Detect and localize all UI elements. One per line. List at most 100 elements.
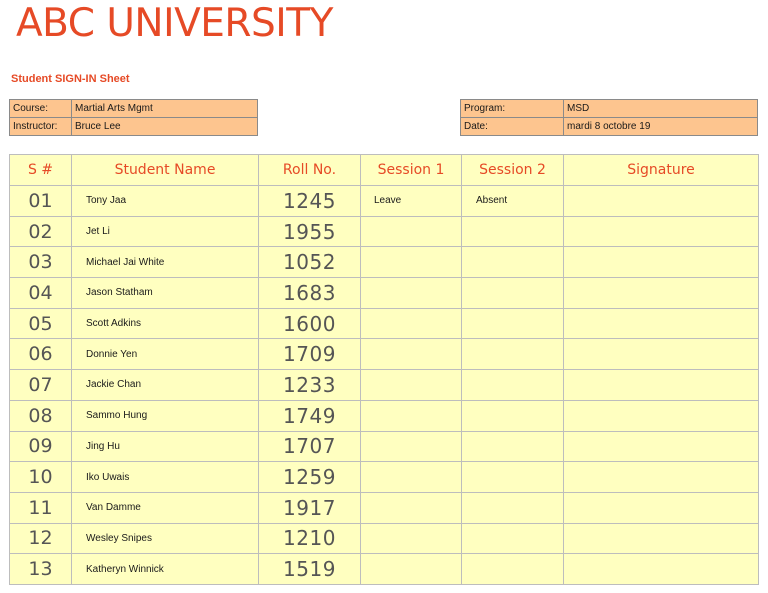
roll-number-cell: 1707 xyxy=(258,430,361,463)
student-name-cell: Sammo Hung xyxy=(71,399,259,432)
session-1-cell[interactable] xyxy=(360,307,462,340)
student-name-cell: Jing Hu xyxy=(71,430,259,463)
session-1-cell[interactable] xyxy=(360,215,462,248)
signature-cell[interactable] xyxy=(563,277,759,309)
signature-cell[interactable] xyxy=(563,338,759,371)
col-header-student-name: Student Name xyxy=(71,154,259,186)
signature-cell[interactable] xyxy=(563,430,759,463)
session-1-cell[interactable] xyxy=(360,246,462,279)
university-title: ABC UNIVERSITY xyxy=(16,1,333,46)
table-row: 04 Jason Statham 1683 xyxy=(9,277,759,309)
program-row: Program: MSD xyxy=(460,99,758,118)
date-label: Date: xyxy=(460,117,564,136)
serial-number-cell: 07 xyxy=(9,369,72,401)
session-1-cell[interactable] xyxy=(360,430,462,463)
table-row: 03 Michael Jai White 1052 xyxy=(9,246,759,279)
roll-number-cell: 1245 xyxy=(258,185,361,217)
col-header-session-1: Session 1 xyxy=(360,154,462,186)
sheet-title: Student SIGN-IN Sheet xyxy=(11,73,130,85)
serial-number-cell: 04 xyxy=(9,277,72,309)
program-info-table: Program: MSD Date: mardi 8 octobre 19 xyxy=(460,99,758,136)
signature-cell[interactable] xyxy=(563,215,759,248)
serial-number-cell: 12 xyxy=(9,522,72,555)
roll-number-cell: 1709 xyxy=(258,338,361,371)
roll-number-cell: 1955 xyxy=(258,215,361,248)
serial-number-cell: 01 xyxy=(9,185,72,217)
course-info-table: Course: Martial Arts Mgmt Instructor: Br… xyxy=(9,99,258,136)
serial-number-cell: 08 xyxy=(9,399,72,432)
signature-cell[interactable] xyxy=(563,491,759,524)
session-2-cell[interactable] xyxy=(461,215,564,248)
serial-number-cell: 05 xyxy=(9,307,72,340)
session-2-cell[interactable]: Absent xyxy=(461,185,564,217)
student-name-cell: Katheryn Winnick xyxy=(71,553,259,585)
signature-cell[interactable] xyxy=(563,369,759,401)
session-2-cell[interactable] xyxy=(461,307,564,340)
session-2-cell[interactable] xyxy=(461,461,564,493)
signature-cell[interactable] xyxy=(563,553,759,585)
table-row: 13 Katheryn Winnick 1519 xyxy=(9,553,759,585)
table-row: 10 Iko Uwais 1259 xyxy=(9,461,759,493)
table-row: 02 Jet Li 1955 xyxy=(9,215,759,248)
instructor-value[interactable]: Bruce Lee xyxy=(71,117,258,136)
instructor-label: Instructor: xyxy=(9,117,72,136)
col-header-signature: Signature xyxy=(563,154,759,186)
student-name-cell: Jason Statham xyxy=(71,277,259,309)
session-2-cell[interactable] xyxy=(461,338,564,371)
session-2-cell[interactable] xyxy=(461,491,564,524)
serial-number-cell: 13 xyxy=(9,553,72,585)
serial-number-cell: 11 xyxy=(9,491,72,524)
session-1-cell[interactable] xyxy=(360,399,462,432)
student-name-cell: Iko Uwais xyxy=(71,461,259,493)
table-row: 07 Jackie Chan 1233 xyxy=(9,369,759,401)
student-name-cell: Donnie Yen xyxy=(71,338,259,371)
table-row: 12 Wesley Snipes 1210 xyxy=(9,522,759,555)
table-header-row: S # Student Name Roll No. Session 1 Sess… xyxy=(9,154,759,186)
session-2-cell[interactable] xyxy=(461,553,564,585)
serial-number-cell: 03 xyxy=(9,246,72,279)
session-2-cell[interactable] xyxy=(461,522,564,555)
session-2-cell[interactable] xyxy=(461,277,564,309)
session-1-cell[interactable] xyxy=(360,338,462,371)
session-1-cell[interactable] xyxy=(360,369,462,401)
session-1-cell[interactable] xyxy=(360,277,462,309)
table-row: 06 Donnie Yen 1709 xyxy=(9,338,759,371)
roll-number-cell: 1519 xyxy=(258,553,361,585)
course-label: Course: xyxy=(9,99,72,118)
table-row: 09 Jing Hu 1707 xyxy=(9,430,759,463)
program-label: Program: xyxy=(460,99,564,118)
serial-number-cell: 09 xyxy=(9,430,72,463)
session-1-cell[interactable] xyxy=(360,491,462,524)
session-1-cell[interactable] xyxy=(360,461,462,493)
signature-cell[interactable] xyxy=(563,185,759,217)
session-2-cell[interactable] xyxy=(461,430,564,463)
col-header-roll-no: Roll No. xyxy=(258,154,361,186)
signature-cell[interactable] xyxy=(563,461,759,493)
session-2-cell[interactable] xyxy=(461,246,564,279)
session-2-cell[interactable] xyxy=(461,399,564,432)
course-value[interactable]: Martial Arts Mgmt xyxy=(71,99,258,118)
session-1-cell[interactable] xyxy=(360,522,462,555)
roll-number-cell: 1052 xyxy=(258,246,361,279)
session-2-cell[interactable] xyxy=(461,369,564,401)
session-1-cell[interactable] xyxy=(360,553,462,585)
roll-number-cell: 1600 xyxy=(258,307,361,340)
program-value[interactable]: MSD xyxy=(563,99,758,118)
course-row: Course: Martial Arts Mgmt xyxy=(9,99,258,118)
student-name-cell: Jet Li xyxy=(71,215,259,248)
table-row: 01 Tony Jaa 1245 Leave Absent xyxy=(9,185,759,217)
signature-cell[interactable] xyxy=(563,522,759,555)
table-row: 05 Scott Adkins 1600 xyxy=(9,307,759,340)
signature-cell[interactable] xyxy=(563,399,759,432)
signature-cell[interactable] xyxy=(563,246,759,279)
signature-cell[interactable] xyxy=(563,307,759,340)
student-name-cell: Tony Jaa xyxy=(71,185,259,217)
student-name-cell: Van Damme xyxy=(71,491,259,524)
roll-number-cell: 1233 xyxy=(258,369,361,401)
student-name-cell: Wesley Snipes xyxy=(71,522,259,555)
table-row: 08 Sammo Hung 1749 xyxy=(9,399,759,432)
col-header-session-2: Session 2 xyxy=(461,154,564,186)
date-value[interactable]: mardi 8 octobre 19 xyxy=(563,117,758,136)
student-name-cell: Michael Jai White xyxy=(71,246,259,279)
session-1-cell[interactable]: Leave xyxy=(360,185,462,217)
